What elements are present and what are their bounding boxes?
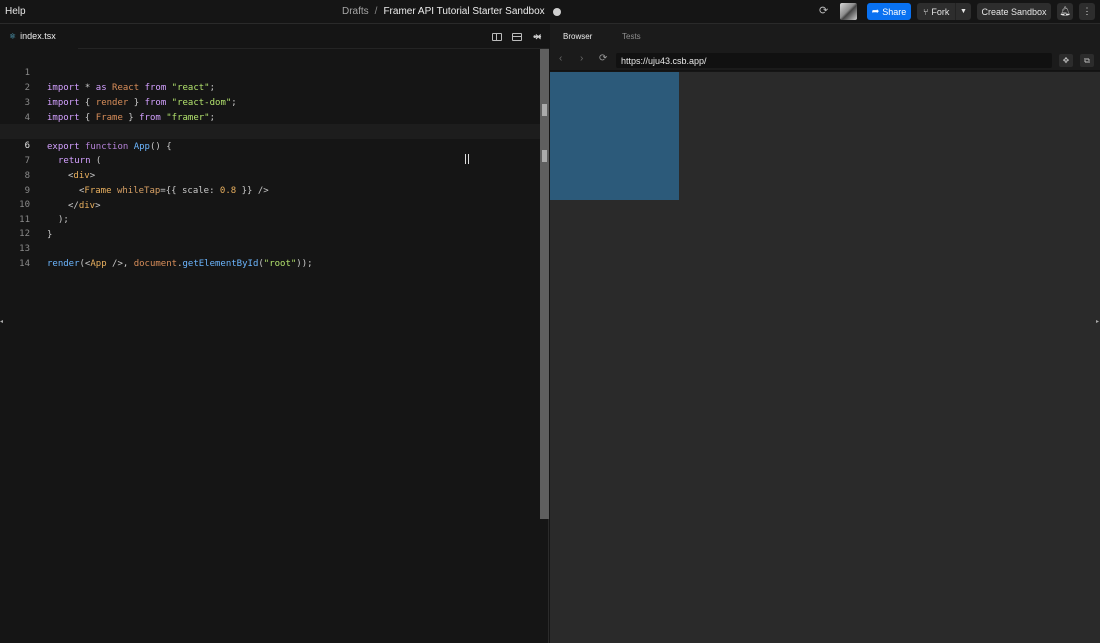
tab-tests[interactable]: Tests xyxy=(622,32,641,41)
code-line[interactable]: 9 </div> xyxy=(0,169,540,211)
sandbox-title[interactable]: Framer API Tutorial Starter Sandbox xyxy=(383,6,544,17)
share-button[interactable]: ➦ Share xyxy=(867,3,911,20)
resize-handle-icon[interactable]: ◂ xyxy=(0,318,4,325)
tab-browser[interactable]: Browser xyxy=(563,32,592,41)
breadcrumb: Drafts / Framer API Tutorial Starter San… xyxy=(342,6,561,17)
top-bar: Help Drafts / Framer API Tutorial Starte… xyxy=(0,0,1100,24)
split-view-icon[interactable] xyxy=(492,33,502,41)
tab-label: index.tsx xyxy=(20,31,56,41)
code-line[interactable]: 14 xyxy=(0,242,540,269)
fork-button[interactable]: ⑂ Fork ▼ xyxy=(917,3,971,20)
breadcrumb-separator: / xyxy=(374,6,378,17)
code-line[interactable]: 12 xyxy=(0,212,540,239)
globe-icon xyxy=(552,7,561,16)
scroll-marker xyxy=(542,150,547,162)
toggle-preview-icon[interactable] xyxy=(512,33,522,41)
chevron-down-icon[interactable]: ▼ xyxy=(955,3,971,20)
avatar[interactable] xyxy=(840,3,857,20)
line-number: 14 xyxy=(19,259,30,269)
code-line[interactable]: 10 ); xyxy=(0,183,540,225)
code-line[interactable]: 11 } xyxy=(0,198,540,240)
help-menu[interactable]: Help xyxy=(5,6,26,17)
editor-scrollbar[interactable] xyxy=(540,49,549,519)
code-line[interactable]: 8 <Frame whileTap={{ scale: 0.8 }} /> xyxy=(0,154,540,196)
forward-arrow-icon[interactable]: › xyxy=(580,54,583,64)
editor-tab-bar: ⚛ index.tsx ✕ ••• xyxy=(0,24,549,49)
scroll-marker xyxy=(542,104,547,116)
code-line[interactable]: 5 export function App() { xyxy=(0,110,540,152)
back-arrow-icon[interactable]: ‹ xyxy=(559,54,562,64)
reload-icon[interactable]: ⟳ xyxy=(599,54,607,64)
more-menu-icon[interactable]: ⋮ xyxy=(1079,3,1095,20)
preview-tab-bar: Browser Tests xyxy=(550,24,1100,49)
create-sandbox-button[interactable]: Create Sandbox xyxy=(977,3,1051,20)
tab-index-tsx[interactable]: ⚛ index.tsx xyxy=(0,24,78,49)
share-label: Share xyxy=(882,6,907,17)
breadcrumb-drafts[interactable]: Drafts xyxy=(342,6,369,17)
refresh-icon[interactable]: ⟳ xyxy=(819,6,830,17)
fork-label: Fork xyxy=(931,6,950,17)
url-input[interactable] xyxy=(616,53,1052,68)
move-icon[interactable]: ✥ xyxy=(1059,54,1073,67)
react-file-icon: ⚛ xyxy=(9,31,17,41)
code-line[interactable]: 3 import { Frame } from "framer"; xyxy=(0,81,540,123)
text-cursor-icon xyxy=(465,154,469,164)
more-options-icon[interactable]: ••• xyxy=(533,32,541,43)
framer-frame-box[interactable] xyxy=(550,72,679,200)
code-editor[interactable]: 1 import * as React from "react"; 2 impo… xyxy=(0,49,549,643)
code-line[interactable]: 2 import { render } from "react-dom"; xyxy=(0,66,540,108)
open-new-window-icon[interactable]: ⧉ xyxy=(1080,54,1094,67)
share-icon: ➦ xyxy=(871,6,880,16)
fork-icon: ⑂ xyxy=(923,6,929,17)
code-line[interactable]: 4 xyxy=(0,96,540,123)
code-line[interactable]: 1 import * as React from "react"; xyxy=(0,51,540,93)
code-line[interactable]: 13 render(<App />, document.getElementBy… xyxy=(0,227,540,269)
code-line-active[interactable]: 6 return ( xyxy=(0,124,540,166)
code-line[interactable]: 7 <div> xyxy=(0,139,540,181)
resize-handle-icon[interactable]: ▸ xyxy=(1096,318,1100,325)
code-text: render(<App />, document.getElementById(… xyxy=(47,259,313,269)
bell-icon[interactable]: 🔔︎ xyxy=(1057,3,1073,20)
